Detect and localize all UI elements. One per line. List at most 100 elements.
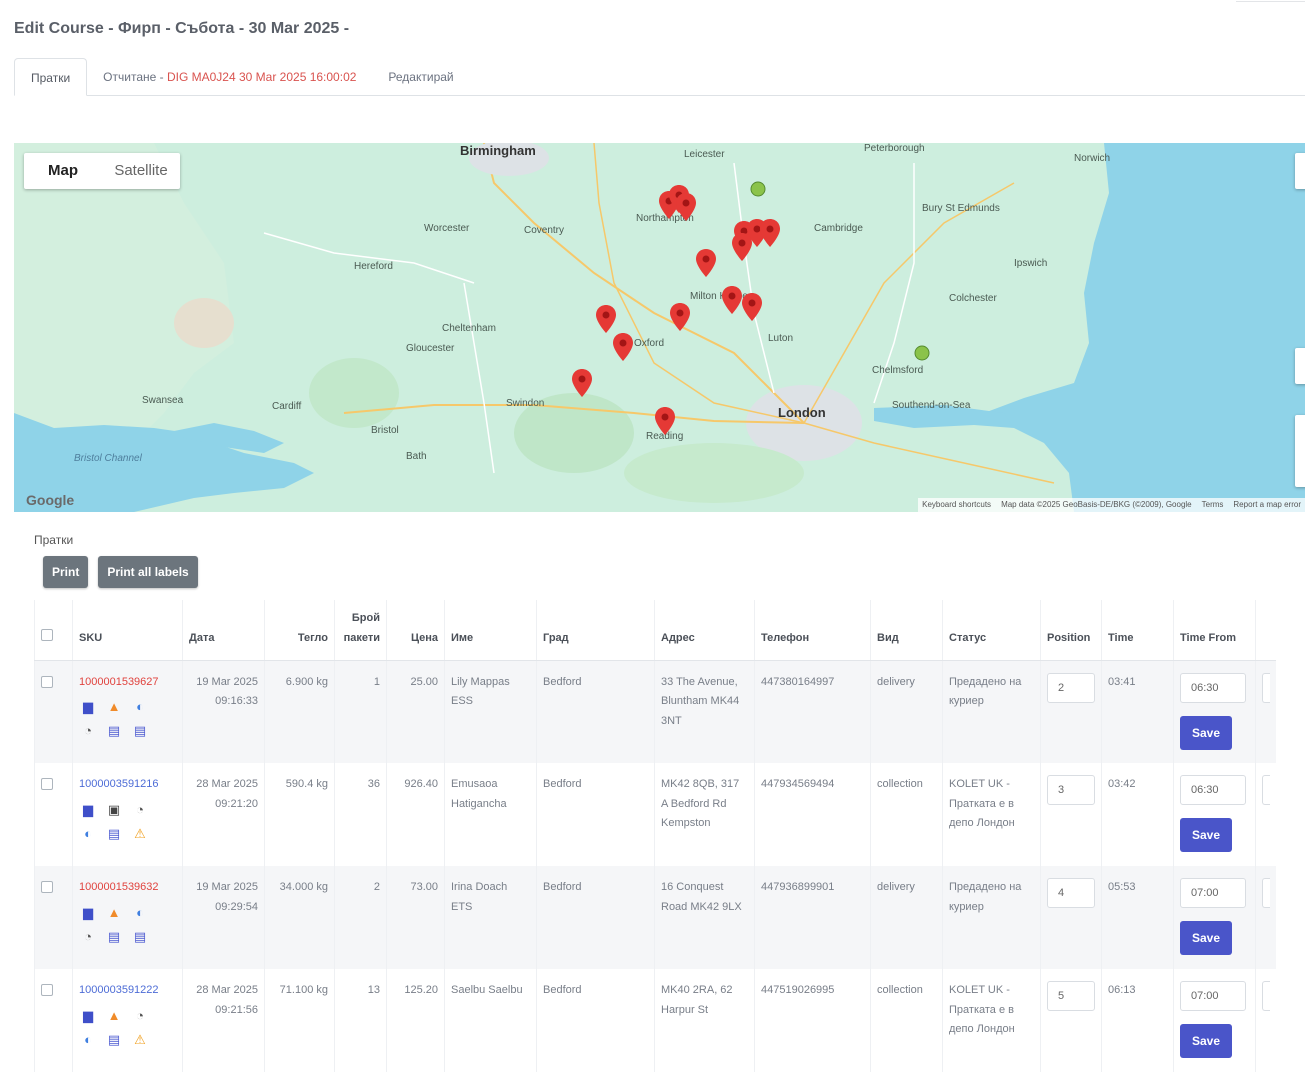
clock-icon[interactable]: ◔ bbox=[79, 722, 97, 740]
printer-icon[interactable]: ▣ bbox=[105, 801, 123, 819]
tab-edit[interactable]: Редактирай bbox=[372, 58, 469, 96]
map-label: Norwich bbox=[1074, 153, 1111, 164]
bus-icon[interactable]: ▆ bbox=[79, 1007, 97, 1025]
col-date[interactable]: Дата bbox=[182, 600, 265, 661]
bus-icon[interactable]: ▆ bbox=[79, 904, 97, 922]
clock-icon[interactable]: ◔ bbox=[131, 801, 149, 819]
fire-icon[interactable]: ▲ bbox=[105, 1007, 123, 1025]
street-view-button[interactable] bbox=[1295, 348, 1305, 384]
row-checkbox[interactable] bbox=[41, 984, 53, 996]
col-name[interactable]: Име bbox=[444, 600, 537, 661]
position-input[interactable] bbox=[1047, 878, 1095, 908]
col-position[interactable]: Position bbox=[1040, 600, 1102, 661]
sku-link[interactable]: 1000003591216 bbox=[79, 775, 176, 795]
sku-link[interactable]: 1000001539627 bbox=[79, 673, 176, 693]
map-pin[interactable] bbox=[722, 286, 742, 314]
address-cell: MK40 2RA, 62 Harpur St bbox=[654, 969, 755, 1072]
calendar-icon[interactable]: ▤ bbox=[105, 722, 123, 740]
time-from-input[interactable] bbox=[1180, 878, 1246, 908]
save-button[interactable]: Save bbox=[1180, 921, 1232, 955]
report-error-link[interactable]: Report a map error bbox=[1233, 500, 1301, 510]
time-from-input[interactable] bbox=[1180, 775, 1246, 805]
map-type-map-button[interactable]: Map bbox=[24, 153, 102, 189]
next-column-input[interactable] bbox=[1262, 878, 1270, 908]
map-pin[interactable] bbox=[670, 303, 690, 331]
print-button[interactable]: Print bbox=[43, 556, 89, 588]
map-pin[interactable] bbox=[696, 249, 716, 277]
col-packages[interactable]: Брой пакети bbox=[334, 600, 387, 661]
row-checkbox[interactable] bbox=[41, 675, 53, 688]
map-pin[interactable] bbox=[655, 407, 675, 435]
next-column-input[interactable] bbox=[1262, 981, 1270, 1011]
warning-icon[interactable]: ⚠ bbox=[131, 825, 149, 843]
position-cell bbox=[1040, 969, 1102, 1072]
table-header-row: SKU Дата Тегло Брой пакети Цена Име Град… bbox=[34, 600, 1276, 661]
position-input[interactable] bbox=[1047, 672, 1095, 703]
calendar-icon[interactable]: ▤ bbox=[105, 928, 123, 946]
map-type-satellite-button[interactable]: Satellite bbox=[102, 153, 180, 189]
map-pin[interactable] bbox=[742, 293, 762, 321]
time-from-input[interactable] bbox=[1180, 672, 1246, 703]
save-button[interactable]: Save bbox=[1180, 818, 1232, 852]
map-label: Oxford bbox=[634, 338, 665, 349]
packages-cell: 2 bbox=[334, 866, 387, 969]
map-type-control: Map Satellite bbox=[24, 153, 180, 189]
map-pin[interactable] bbox=[676, 193, 696, 221]
fullscreen-button[interactable] bbox=[1295, 153, 1305, 189]
time-cell: 06:13 bbox=[1101, 969, 1174, 1072]
next-column-input[interactable] bbox=[1262, 775, 1270, 805]
bus-icon[interactable]: ▆ bbox=[79, 698, 97, 716]
save-button[interactable]: Save bbox=[1180, 715, 1232, 750]
price-cell: 926.40 bbox=[386, 763, 445, 866]
col-type[interactable]: Вид bbox=[870, 600, 943, 661]
clock-icon[interactable]: ◔ bbox=[79, 928, 97, 946]
globe-icon[interactable]: ◐ bbox=[131, 904, 149, 922]
map-pin[interactable] bbox=[760, 219, 780, 247]
col-phone[interactable]: Телефон bbox=[754, 600, 871, 661]
map-pin[interactable] bbox=[732, 233, 752, 261]
map-label: London bbox=[778, 405, 826, 420]
col-price[interactable]: Цена bbox=[386, 600, 445, 661]
keyboard-shortcuts-link[interactable]: Keyboard shortcuts bbox=[922, 500, 991, 510]
route-map[interactable]: Birmingham Leicester Northampton Cambrid… bbox=[14, 143, 1305, 512]
tab-shipments[interactable]: Пратки bbox=[14, 58, 88, 96]
col-city[interactable]: Град bbox=[536, 600, 655, 661]
map-pin[interactable] bbox=[613, 333, 633, 361]
calendar-icon[interactable]: ▤ bbox=[105, 1031, 123, 1049]
col-address[interactable]: Адрес bbox=[654, 600, 755, 661]
print-all-labels-button[interactable]: Print all labels bbox=[98, 556, 198, 588]
time-from-input[interactable] bbox=[1180, 981, 1246, 1011]
map-pin[interactable] bbox=[572, 369, 592, 397]
position-input[interactable] bbox=[1047, 981, 1095, 1011]
calendar-icon[interactable]: ▤ bbox=[105, 825, 123, 843]
sku-link[interactable]: 1000003591222 bbox=[79, 981, 176, 1001]
fire-icon[interactable]: ▲ bbox=[105, 698, 123, 716]
bus-icon[interactable]: ▆ bbox=[79, 801, 97, 819]
calendar-icon[interactable]: ▤ bbox=[131, 928, 149, 946]
save-button[interactable]: Save bbox=[1180, 1024, 1232, 1058]
calendar-icon[interactable]: ▤ bbox=[131, 722, 149, 740]
col-sku[interactable]: SKU bbox=[72, 600, 183, 661]
col-weight[interactable]: Тегло bbox=[264, 600, 335, 661]
row-checkbox[interactable] bbox=[41, 778, 53, 790]
position-input[interactable] bbox=[1047, 775, 1095, 805]
pin-icon bbox=[613, 333, 633, 361]
sku-link[interactable]: 1000001539632 bbox=[79, 878, 176, 898]
price-cell: 125.20 bbox=[386, 969, 445, 1072]
next-column-input[interactable] bbox=[1262, 672, 1270, 703]
col-time[interactable]: Time bbox=[1101, 600, 1174, 661]
clock-icon[interactable]: ◔ bbox=[131, 1007, 149, 1025]
globe-icon[interactable]: ◐ bbox=[79, 1031, 97, 1049]
col-time-from[interactable]: Time From bbox=[1173, 600, 1256, 661]
terms-link[interactable]: Terms bbox=[1202, 500, 1224, 510]
warning-icon[interactable]: ⚠ bbox=[131, 1031, 149, 1049]
tab-report[interactable]: Отчитане - DIG MA0J24 30 Mar 2025 16:00:… bbox=[87, 58, 372, 96]
zoom-control[interactable] bbox=[1295, 415, 1305, 487]
col-status[interactable]: Статус bbox=[942, 600, 1041, 661]
fire-icon[interactable]: ▲ bbox=[105, 904, 123, 922]
map-pin[interactable] bbox=[596, 305, 616, 333]
row-checkbox[interactable] bbox=[41, 881, 53, 893]
globe-icon[interactable]: ◐ bbox=[79, 825, 97, 843]
select-all-checkbox[interactable] bbox=[41, 628, 53, 641]
globe-icon[interactable]: ◐ bbox=[131, 698, 149, 716]
